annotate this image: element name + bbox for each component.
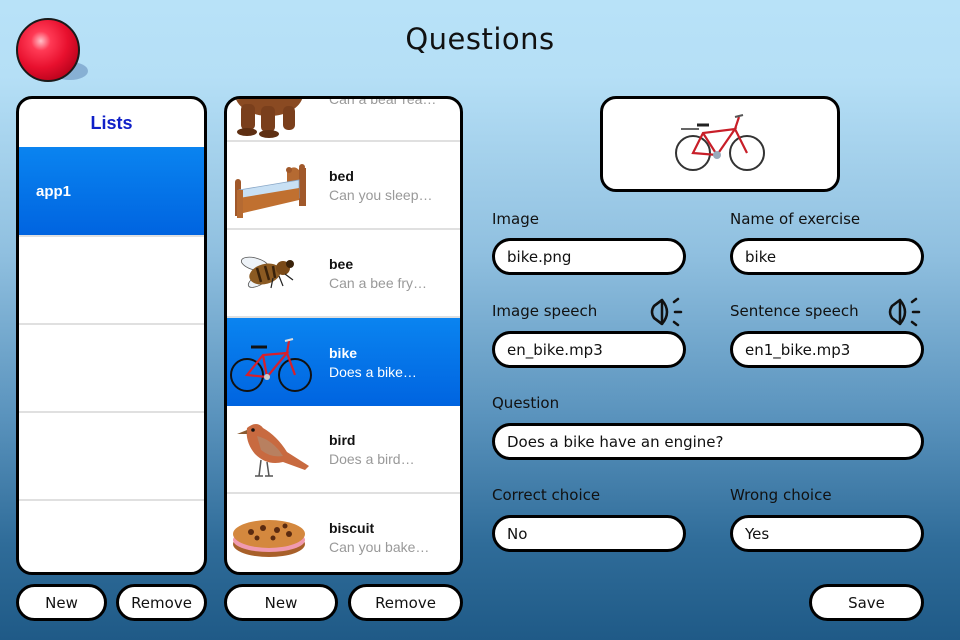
list-item[interactable] [19, 323, 204, 411]
item-name: bike [329, 344, 358, 361]
lists-header: Lists [90, 112, 133, 133]
item-name: bed [329, 167, 354, 184]
name-of-exercise-label: Name of exercise [730, 210, 861, 228]
bike-image [227, 319, 323, 405]
item-name: bird [329, 431, 356, 448]
wrong-choice-label: Wrong choice [730, 486, 832, 504]
question-field[interactable]: Does a bike have an engine? [492, 423, 924, 460]
bear-image [227, 99, 323, 140]
item-name: bee [329, 255, 354, 272]
image-label: Image [492, 210, 539, 228]
sentence-speech-label: Sentence speech [730, 302, 859, 320]
correct-choice-field[interactable]: No [492, 515, 686, 552]
page-title: Questions [405, 22, 555, 56]
biscuit-image [227, 494, 323, 572]
list-item[interactable]: biscuit Can you bake… [227, 494, 460, 572]
list-item[interactable]: bed Can you sleep… [227, 142, 460, 230]
sentence-speech-field[interactable]: en1_bike.mp3 [730, 331, 924, 368]
bird-image [227, 406, 323, 492]
new-list-button[interactable]: New [16, 584, 107, 621]
lists-panel: Lists app1 [16, 96, 207, 575]
bike-image [675, 114, 765, 171]
image-preview[interactable] [600, 96, 840, 192]
name-of-exercise-field[interactable]: bike [730, 238, 924, 275]
item-subtitle: Can you sleep… [329, 186, 433, 203]
item-subtitle: Does a bike… [329, 363, 417, 380]
item-subtitle: Can a bee fry… [329, 274, 428, 291]
item-subtitle: Can a bear rea… [329, 96, 437, 107]
bee-image [227, 230, 323, 316]
image-field[interactable]: bike.png [492, 238, 686, 275]
question-label: Question [492, 394, 560, 412]
save-button[interactable]: Save [809, 584, 924, 621]
list-item[interactable]: app1 [19, 147, 204, 235]
bed-image [227, 142, 323, 228]
item-name: biscuit [329, 519, 375, 536]
record-ball-icon[interactable] [16, 18, 80, 82]
wrong-choice-field[interactable]: Yes [730, 515, 924, 552]
image-speech-field[interactable]: en_bike.mp3 [492, 331, 686, 368]
remove-list-button[interactable]: Remove [116, 584, 207, 621]
correct-choice-label: Correct choice [492, 486, 601, 504]
list-item-selected[interactable]: bike Does a bike… [227, 318, 460, 406]
list-item[interactable] [19, 411, 204, 499]
questions-list-panel: Can a bear rea… bed Can you sleep… bee C… [224, 96, 463, 575]
image-speech-label: Image speech [492, 302, 598, 320]
list-item[interactable]: bird Does a bird… [227, 406, 460, 494]
new-question-button[interactable]: New [224, 584, 338, 621]
speaker-icon[interactable] [648, 294, 690, 330]
list-item[interactable]: bee Can a bee fry… [227, 230, 460, 318]
list-item[interactable] [19, 235, 204, 323]
list-item[interactable]: Can a bear rea… [227, 96, 460, 142]
speaker-icon[interactable] [886, 294, 928, 330]
list-item[interactable] [19, 499, 204, 572]
item-subtitle: Can you bake… [329, 538, 430, 555]
remove-question-button[interactable]: Remove [348, 584, 463, 621]
item-subtitle: Does a bird… [329, 450, 415, 467]
